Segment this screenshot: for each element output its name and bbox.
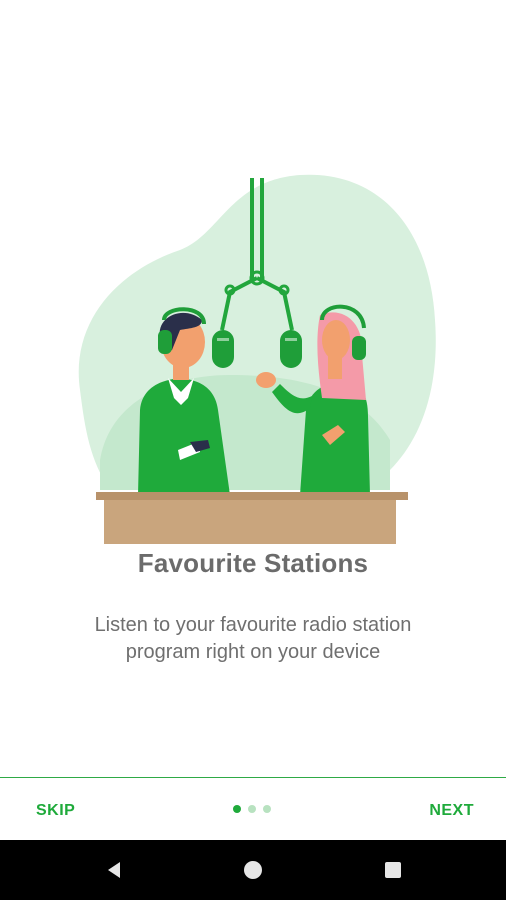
description-line-2: program right on your device	[125, 641, 381, 663]
back-icon[interactable]	[102, 858, 126, 882]
page-dot-1[interactable]	[233, 805, 241, 813]
page-indicator	[233, 805, 271, 813]
page-dot-2[interactable]	[248, 805, 256, 813]
onboarding-footer: SKIP NEXT	[0, 778, 506, 840]
radio-hosts-illustration	[60, 170, 450, 550]
onboarding-title: Favourite Stations	[137, 548, 369, 578]
description-line-1: Listen to your favourite radio station	[94, 614, 412, 636]
next-button[interactable]: NEXT	[429, 802, 474, 820]
recents-icon[interactable]	[381, 858, 405, 882]
home-icon[interactable]	[241, 858, 265, 882]
onboarding-description: Listen to your favourite radio station p…	[40, 612, 466, 666]
page-dot-3[interactable]	[263, 805, 271, 813]
system-navigation-bar	[0, 840, 506, 900]
skip-button[interactable]: SKIP	[36, 802, 75, 820]
